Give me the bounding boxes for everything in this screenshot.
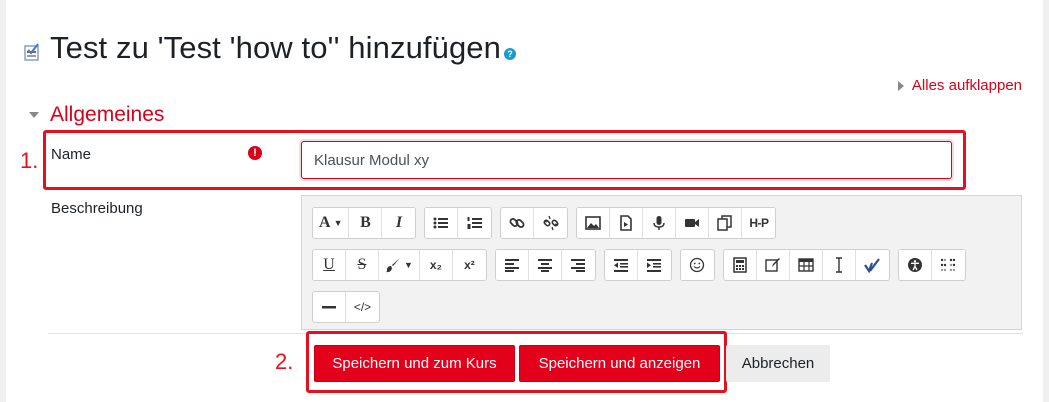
- align-center-button[interactable]: [528, 250, 562, 280]
- bold-button[interactable]: B: [349, 208, 383, 238]
- title-row: Test zu 'Test 'how to'' hinzufügen ?: [24, 30, 516, 66]
- toolbar-group-misc: </>: [312, 291, 380, 323]
- indent-button[interactable]: [637, 250, 671, 280]
- strikethrough-button[interactable]: S: [346, 250, 379, 280]
- toolbar-group-media: H-P: [576, 207, 777, 239]
- toolbar-group-insert: [722, 249, 890, 281]
- save-and-display-button[interactable]: Speichern und anzeigen: [519, 345, 720, 382]
- braille-icon: [941, 258, 956, 272]
- record-video-button[interactable]: [676, 208, 710, 238]
- table-icon: [798, 258, 814, 272]
- accessibility-icon: [907, 258, 922, 272]
- save-and-return-button[interactable]: Speichern und zum Kurs: [314, 345, 515, 382]
- annotation-number-2: 2.: [275, 349, 294, 374]
- paintbrush-icon: [386, 258, 400, 273]
- chevron-down-icon: ▼: [404, 260, 413, 270]
- image-button[interactable]: [577, 208, 611, 238]
- align-right-icon: [571, 259, 586, 272]
- unlink-button[interactable]: [534, 208, 568, 238]
- outdent-button[interactable]: [604, 250, 638, 280]
- text-cursor-button[interactable]: [822, 250, 856, 280]
- record-audio-button[interactable]: [643, 208, 677, 238]
- link-button[interactable]: [501, 208, 535, 238]
- name-label: Name: [51, 146, 92, 163]
- toolbar-group-align: [494, 249, 596, 281]
- media-button[interactable]: [610, 208, 644, 238]
- expand-triangle-icon: [897, 80, 904, 91]
- help-icon[interactable]: ?: [504, 48, 516, 60]
- image-icon: [585, 216, 602, 230]
- smiley-icon: [690, 257, 705, 273]
- align-right-button[interactable]: [561, 250, 595, 280]
- toolbar-group-format: U S ▼ x₂ x²: [312, 249, 487, 281]
- toolbar-group-indent: [603, 249, 672, 281]
- checkmark-icon: [864, 258, 881, 273]
- screenreader-helper-button[interactable]: [931, 250, 965, 280]
- toolbar-group-access: [897, 249, 966, 281]
- bullet-list-icon: [433, 217, 449, 229]
- section-header-general[interactable]: Allgemeines: [29, 103, 164, 127]
- align-center-icon: [537, 259, 552, 272]
- superscript-button[interactable]: x²: [452, 250, 486, 280]
- indent-icon: [647, 259, 662, 272]
- link-icon: [510, 218, 525, 228]
- toolbar-row-1: A ▼ B I H-P: [312, 207, 784, 239]
- description-editor[interactable]: A ▼ B I H-P U S ▼ x₂ x² </>: [301, 195, 1022, 330]
- align-left-button[interactable]: [495, 250, 529, 280]
- toolbar-row-2: U S ▼ x₂ x²: [312, 249, 974, 281]
- microphone-icon: [653, 216, 666, 230]
- description-label: Beschreibung: [51, 200, 143, 217]
- h5p-button[interactable]: H-P: [742, 208, 776, 238]
- video-camera-icon: [685, 219, 700, 227]
- section-title: Allgemeines: [50, 103, 165, 126]
- copy-files-icon: [717, 215, 733, 231]
- name-input[interactable]: [301, 141, 952, 179]
- underline-button[interactable]: U: [313, 250, 346, 280]
- horizontal-rule-button[interactable]: [313, 292, 346, 322]
- ordered-list-button[interactable]: [458, 208, 492, 238]
- calculator-icon: [733, 257, 747, 273]
- required-icon: !: [248, 146, 262, 160]
- wiris-button[interactable]: [855, 250, 889, 280]
- page-title: Test zu 'Test 'how to'' hinzufügen: [50, 30, 501, 65]
- unordered-list-button[interactable]: [425, 208, 459, 238]
- numbered-list-icon: [467, 217, 482, 229]
- html-source-button[interactable]: </>: [346, 292, 379, 322]
- accessibility-checker-button[interactable]: [898, 250, 932, 280]
- font-color-button[interactable]: ▼: [379, 250, 420, 280]
- align-left-icon: [504, 259, 519, 272]
- subscript-button[interactable]: x₂: [419, 250, 453, 280]
- media-file-icon: [620, 215, 633, 231]
- quiz-icon: [24, 43, 39, 61]
- font-style-button[interactable]: A ▼: [313, 208, 350, 238]
- manage-files-button[interactable]: [709, 208, 743, 238]
- collapse-caret-icon: [29, 112, 39, 118]
- outdent-icon: [613, 259, 628, 272]
- table-button[interactable]: [789, 250, 823, 280]
- expand-all-label: Alles aufklappen: [911, 77, 1022, 94]
- text-cursor-icon: [835, 257, 842, 273]
- expand-all-link[interactable]: Alles aufklappen: [897, 77, 1022, 94]
- toolbar-group-links: [500, 207, 569, 239]
- toolbar-group-style: A ▼ B I: [312, 207, 417, 239]
- toolbar-group-lists: [424, 207, 493, 239]
- toolbar-row-3: </>: [312, 291, 388, 323]
- pencil-square-icon: [765, 258, 780, 272]
- cancel-button[interactable]: Abbrechen: [726, 345, 830, 382]
- unlink-icon: [543, 215, 559, 231]
- horizontal-rule-icon: [322, 306, 336, 309]
- emoji-button[interactable]: [680, 250, 714, 280]
- chevron-down-icon: ▼: [333, 218, 343, 228]
- toolbar-group-emoji: [679, 249, 715, 281]
- equation-button[interactable]: [723, 250, 757, 280]
- edit-button[interactable]: [756, 250, 790, 280]
- italic-button[interactable]: I: [382, 208, 416, 238]
- annotation-number-1: 1.: [20, 148, 39, 173]
